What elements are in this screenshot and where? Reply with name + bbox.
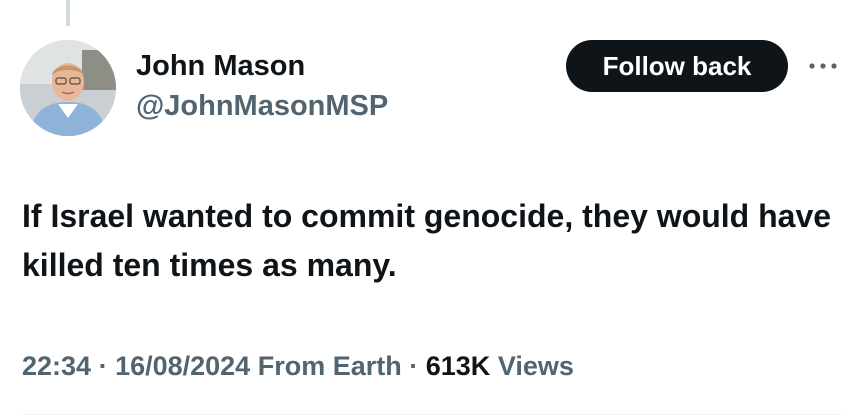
views-label: Views <box>497 351 574 381</box>
avatar-photo <box>20 40 116 136</box>
tweet-location[interactable]: From Earth <box>258 351 402 381</box>
tweet-text: If Israel wanted to commit genocide, the… <box>22 198 832 283</box>
more-horizontal-icon[interactable] <box>806 56 840 76</box>
tweet-meta: 22:34 · 16/08/2024 From Earth · 613K Vie… <box>22 348 574 384</box>
meta-separator: · <box>401 351 426 381</box>
follow-back-button[interactable]: Follow back <box>566 40 788 92</box>
thread-connector-line <box>66 0 70 26</box>
author-name[interactable]: John Mason <box>136 49 305 83</box>
views-count: 613K <box>425 351 491 381</box>
divider <box>22 414 842 415</box>
tweet-time[interactable]: 22:34 <box>22 351 91 381</box>
tweet-date[interactable]: 16/08/2024 <box>115 351 250 381</box>
author-handle[interactable]: @JohnMasonMSP <box>136 89 388 123</box>
avatar[interactable] <box>20 40 116 136</box>
meta-separator: · <box>91 351 116 381</box>
